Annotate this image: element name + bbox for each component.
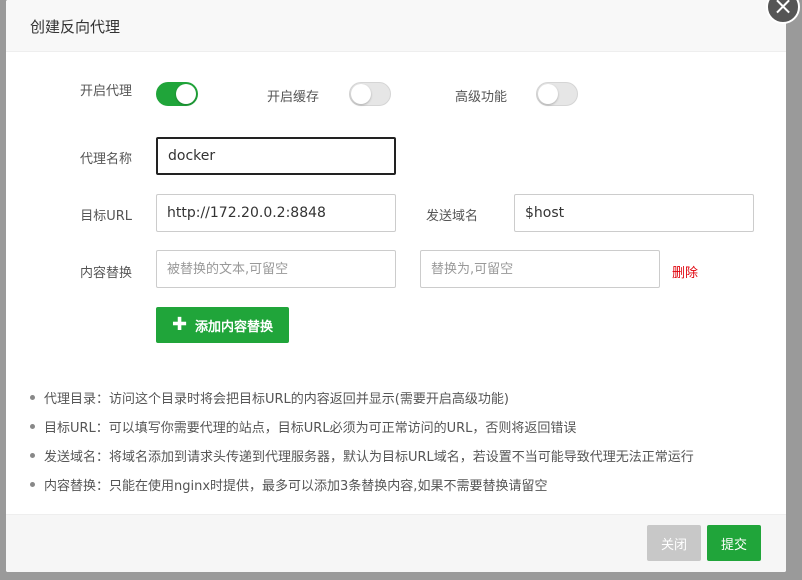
- proxy-name-label: 代理名称: [79, 152, 132, 167]
- tip-item: 发送域名：将域名添加到请求头传递到代理服务器，默认为目标URL域名，若设置不当可…: [24, 446, 694, 475]
- add-content-replace-label: 添加内容替换: [195, 319, 274, 335]
- dialog-header: 创建反向代理: [6, 0, 786, 52]
- tip-item: 代理目录：访问这个目录时将会把目标URL的内容返回并显示(需要开启高级功能): [24, 388, 694, 417]
- tip-item: 目标URL：可以填写你需要代理的站点，目标URL必须为可正常访问的URL，否则将…: [24, 417, 694, 446]
- submit-button[interactable]: 提交: [707, 525, 761, 561]
- replace-to-input[interactable]: [420, 250, 660, 288]
- dialog-title: 创建反向代理: [30, 18, 121, 36]
- proxy-enable-label: 开启代理: [79, 84, 132, 99]
- send-domain-input[interactable]: [514, 194, 754, 232]
- close-button[interactable]: 关闭: [647, 525, 701, 561]
- advanced-label: 高级功能: [455, 90, 508, 105]
- target-url-input[interactable]: [156, 194, 396, 232]
- reverse-proxy-dialog: 创建反向代理 开启代理 开启缓存 高级功能 代理名称 目标URL 发送域名 内容…: [6, 0, 786, 572]
- proxy-enable-toggle[interactable]: [156, 82, 198, 106]
- proxy-name-input[interactable]: [156, 137, 396, 175]
- cache-enable-label: 开启缓存: [267, 90, 320, 105]
- plus-icon: ✚: [171, 314, 188, 335]
- toggle-knob: [176, 84, 196, 104]
- cache-enable-toggle[interactable]: [349, 82, 391, 106]
- replace-from-input[interactable]: [156, 250, 396, 288]
- help-tips-list: 代理目录：访问这个目录时将会把目标URL的内容返回并显示(需要开启高级功能) 目…: [24, 388, 694, 504]
- add-content-replace-button[interactable]: ✚ 添加内容替换: [156, 307, 289, 343]
- dialog-footer: 关闭 提交: [6, 514, 786, 572]
- target-url-label: 目标URL: [80, 209, 132, 224]
- content-replace-label: 内容替换: [79, 266, 132, 281]
- advanced-toggle[interactable]: [536, 82, 578, 106]
- delete-replace-link[interactable]: 删除: [672, 262, 698, 281]
- tip-item: 内容替换：只能在使用nginx时提供，最多可以添加3条替换内容,如果不需要替换请…: [24, 475, 694, 504]
- toggle-knob: [351, 84, 371, 104]
- toggle-knob: [538, 84, 558, 104]
- send-domain-label: 发送域名: [426, 209, 479, 224]
